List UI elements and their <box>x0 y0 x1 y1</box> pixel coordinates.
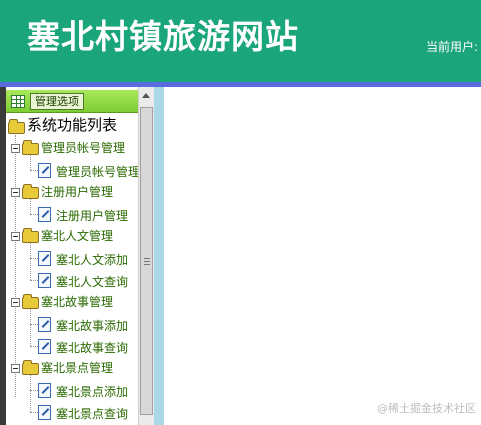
tree-group-label: 塞北景点管理 <box>41 361 114 375</box>
frame-divider[interactable] <box>154 87 164 425</box>
tree-connector <box>30 390 38 391</box>
folder-open-icon <box>22 140 39 155</box>
grip-icon <box>144 258 150 265</box>
edit-page-icon <box>38 317 51 332</box>
table-icon <box>11 95 25 108</box>
site-title: 塞北村镇旅游网站 <box>27 17 299 56</box>
header: 塞北村镇旅游网站 当前用户: <box>0 0 481 82</box>
tree-item-label: 管理员帐号管理 <box>56 165 141 179</box>
folder-open-icon <box>22 184 39 199</box>
edit-page-icon <box>38 207 51 222</box>
edit-page-icon <box>38 251 51 266</box>
tree-connector <box>30 346 38 347</box>
folder-open-icon <box>22 228 39 243</box>
tree-item-label: 塞北人文查询 <box>56 275 129 289</box>
tree-group-label: 塞北故事管理 <box>41 295 114 309</box>
folder-open-icon <box>8 119 25 134</box>
tree-connector <box>30 309 31 346</box>
tree-connector <box>30 375 31 412</box>
folder-open-icon <box>22 360 39 375</box>
tree-item-label: 塞北人文添加 <box>56 253 129 267</box>
sidebar-header: 管理选项 <box>6 90 142 113</box>
tree-item-label: 注册用户管理 <box>56 209 129 223</box>
current-user-label: 当前用户: <box>426 40 479 54</box>
tree-connector <box>30 155 31 170</box>
tree-item-label: 塞北故事查询 <box>56 341 129 355</box>
tree-connector <box>30 214 38 215</box>
edit-page-icon <box>38 273 51 288</box>
main-content-frame <box>164 87 481 425</box>
tree-connector <box>30 324 38 325</box>
tree-connector <box>30 199 31 214</box>
tree-connector <box>30 280 38 281</box>
tree-item-label: 塞北景点添加 <box>56 385 129 399</box>
edit-page-icon <box>38 163 51 178</box>
sidebar-scrollbar[interactable] <box>138 87 155 425</box>
edit-page-icon <box>38 339 51 354</box>
watermark: @稀土掘金技术社区 <box>377 402 476 415</box>
tree-item-label: 塞北故事添加 <box>56 319 129 333</box>
collapse-toggle-icon[interactable] <box>11 298 20 307</box>
tab-manage-options[interactable]: 管理选项 <box>30 93 84 110</box>
tree-item-label: 塞北景点查询 <box>56 407 129 421</box>
collapse-toggle-icon[interactable] <box>11 144 20 153</box>
tree-connector <box>15 135 16 397</box>
tree-group-label: 塞北人文管理 <box>41 229 114 243</box>
scroll-up-arrow-icon[interactable] <box>142 93 150 98</box>
sidebar: 管理选项 系统功能列表 管理员帐号管理 管理员帐号管理 注册用户管理 注册用户管… <box>6 87 142 425</box>
scrollbar-thumb[interactable] <box>140 107 153 415</box>
collapse-toggle-icon[interactable] <box>11 188 20 197</box>
tree-connector <box>30 412 38 413</box>
tree-connector <box>30 258 38 259</box>
edit-page-icon <box>38 383 51 398</box>
tree-connector <box>30 170 38 171</box>
tree-group-label: 管理员帐号管理 <box>41 141 126 155</box>
tree-connector <box>30 243 31 280</box>
collapse-toggle-icon[interactable] <box>11 364 20 373</box>
folder-open-icon <box>22 294 39 309</box>
tree-root-label: 系统功能列表 <box>27 116 118 134</box>
tree-group-label: 注册用户管理 <box>41 185 114 199</box>
collapse-toggle-icon[interactable] <box>11 232 20 241</box>
edit-page-icon <box>38 405 51 420</box>
